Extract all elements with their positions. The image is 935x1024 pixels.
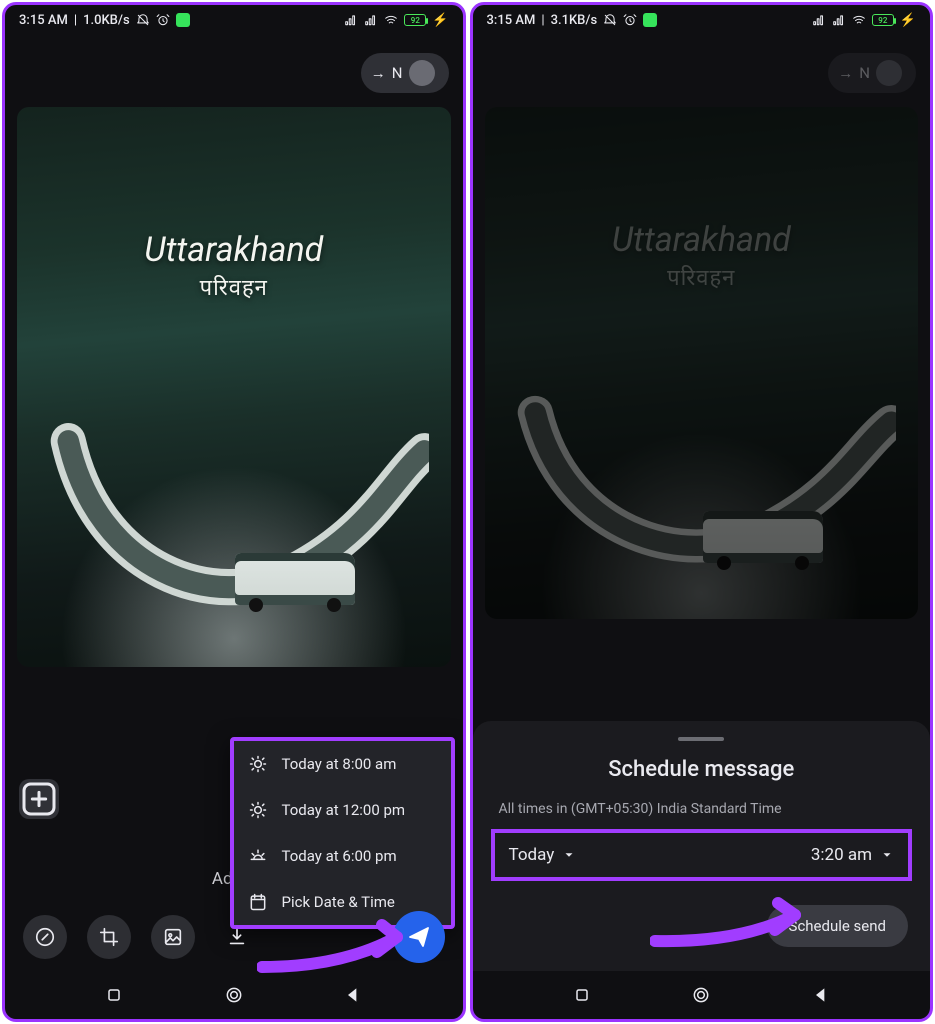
status-divider: |	[74, 13, 77, 28]
download-icon	[226, 926, 248, 948]
crop-icon	[98, 926, 120, 948]
recipient-pill[interactable]: → N	[361, 53, 449, 93]
overlay-subtitle: परिवहन	[485, 262, 919, 292]
overlay-title: Uttarakhand	[144, 230, 323, 270]
nav-bar	[473, 971, 931, 1019]
photo-overlay-text: Uttarakhand परिवहन	[485, 220, 919, 292]
overlay-subtitle: परिवहन	[17, 272, 451, 302]
signal2-icon	[364, 13, 378, 27]
recipient-row: → N	[5, 35, 463, 99]
avatar	[876, 60, 902, 86]
recipient-arrow: →	[371, 64, 386, 82]
menu-label: Today at 8:00 am	[282, 755, 397, 773]
bus-graphic	[235, 553, 355, 605]
menu-label: Pick Date & Time	[282, 893, 395, 911]
phone-right: 3:15 AM | 3.1KB/s 92 ⚡ → N	[470, 2, 934, 1022]
photo-image: Uttarakhand परिवहन	[485, 107, 919, 619]
menu-label: Today at 6:00 pm	[282, 847, 397, 865]
status-net: 1.0KB/s	[83, 13, 130, 28]
photo-preview[interactable]: Uttarakhand परिवहन	[17, 107, 451, 667]
dnd-icon	[603, 13, 617, 27]
status-bar: 3:15 AM | 3.1KB/s 92 ⚡	[473, 5, 931, 35]
signal-icon	[344, 13, 358, 27]
annotate-button[interactable]	[23, 915, 67, 959]
chevron-down-icon	[880, 848, 894, 862]
recipient-arrow: →	[838, 64, 853, 82]
date-label: Today	[509, 845, 555, 865]
menu-today-8am[interactable]: Today at 8:00 am	[234, 741, 451, 787]
schedule-send-button[interactable]: Schedule send	[767, 905, 908, 947]
phone-left: 3:15 AM | 1.0KB/s 92 ⚡ → N	[2, 2, 466, 1022]
photo-overlay-text: Uttarakhand परिवहन	[17, 230, 451, 302]
menu-today-6pm[interactable]: Today at 6:00 pm	[234, 833, 451, 879]
add-photo-button[interactable]	[19, 779, 59, 819]
schedule-sheet: Schedule message All times in (GMT+05:30…	[473, 721, 931, 971]
nav-recent-icon[interactable]	[104, 985, 124, 1005]
sheet-title: Schedule message	[491, 757, 913, 782]
nav-recent-icon[interactable]	[572, 985, 592, 1005]
timezone-note: All times in (GMT+05:30) India Standard …	[499, 800, 905, 819]
sheet-handle[interactable]	[678, 737, 724, 741]
menu-label: Today at 12:00 pm	[282, 801, 406, 819]
nav-back-icon[interactable]	[343, 985, 363, 1005]
alarm-icon	[156, 13, 170, 27]
status-bar: 3:15 AM | 1.0KB/s 92 ⚡	[5, 5, 463, 35]
status-divider: |	[541, 13, 544, 28]
recipient-pill[interactable]: → N	[828, 53, 916, 93]
sunset-icon	[248, 846, 268, 866]
alarm-icon	[623, 13, 637, 27]
sunrise-icon	[248, 754, 268, 774]
time-picker[interactable]: 3:20 am	[811, 845, 894, 865]
battery-icon: 92	[404, 14, 426, 26]
recipient-label: N	[859, 64, 870, 82]
road-graphic	[506, 394, 896, 578]
overlay-title: Uttarakhand	[612, 220, 791, 260]
app-badge-icon	[643, 13, 657, 27]
status-time: 3:15 AM	[487, 13, 536, 28]
nav-home-icon[interactable]	[224, 985, 244, 1005]
charging-icon: ⚡	[432, 13, 448, 28]
chevron-down-icon	[562, 848, 576, 862]
bus-graphic	[703, 511, 823, 563]
menu-today-12pm[interactable]: Today at 12:00 pm	[234, 787, 451, 833]
send-icon	[407, 925, 431, 949]
avatar	[409, 60, 435, 86]
plus-icon	[19, 779, 59, 819]
road-graphic	[39, 421, 429, 623]
crop-button[interactable]	[87, 915, 131, 959]
recipient-label: N	[392, 64, 403, 82]
marker-icon	[34, 926, 56, 948]
schedule-popup: Today at 8:00 am Today at 12:00 pm Today…	[230, 737, 455, 929]
sun-icon	[248, 800, 268, 820]
time-label: 3:20 am	[811, 845, 872, 865]
status-net: 3.1KB/s	[551, 13, 598, 28]
send-button[interactable]	[393, 911, 445, 963]
battery-icon: 92	[872, 14, 894, 26]
app-badge-icon	[176, 13, 190, 27]
wifi-icon	[852, 13, 866, 27]
download-button[interactable]	[215, 915, 259, 959]
photo-preview: Uttarakhand परिवहन	[485, 107, 919, 619]
dnd-icon	[136, 13, 150, 27]
signal-icon	[812, 13, 826, 27]
nav-home-icon[interactable]	[691, 985, 711, 1005]
recipient-row: → N	[473, 35, 931, 99]
photo-image: Uttarakhand परिवहन	[17, 107, 451, 667]
charging-icon: ⚡	[900, 13, 916, 28]
status-time: 3:15 AM	[19, 13, 68, 28]
calendar-icon	[248, 892, 268, 912]
image-icon	[162, 926, 184, 948]
wifi-icon	[384, 13, 398, 27]
gallery-button[interactable]	[151, 915, 195, 959]
action-row	[5, 911, 463, 963]
nav-back-icon[interactable]	[811, 985, 831, 1005]
nav-bar	[5, 971, 463, 1019]
datetime-picker: Today 3:20 am	[491, 829, 913, 881]
signal2-icon	[832, 13, 846, 27]
date-picker[interactable]: Today	[509, 845, 577, 865]
